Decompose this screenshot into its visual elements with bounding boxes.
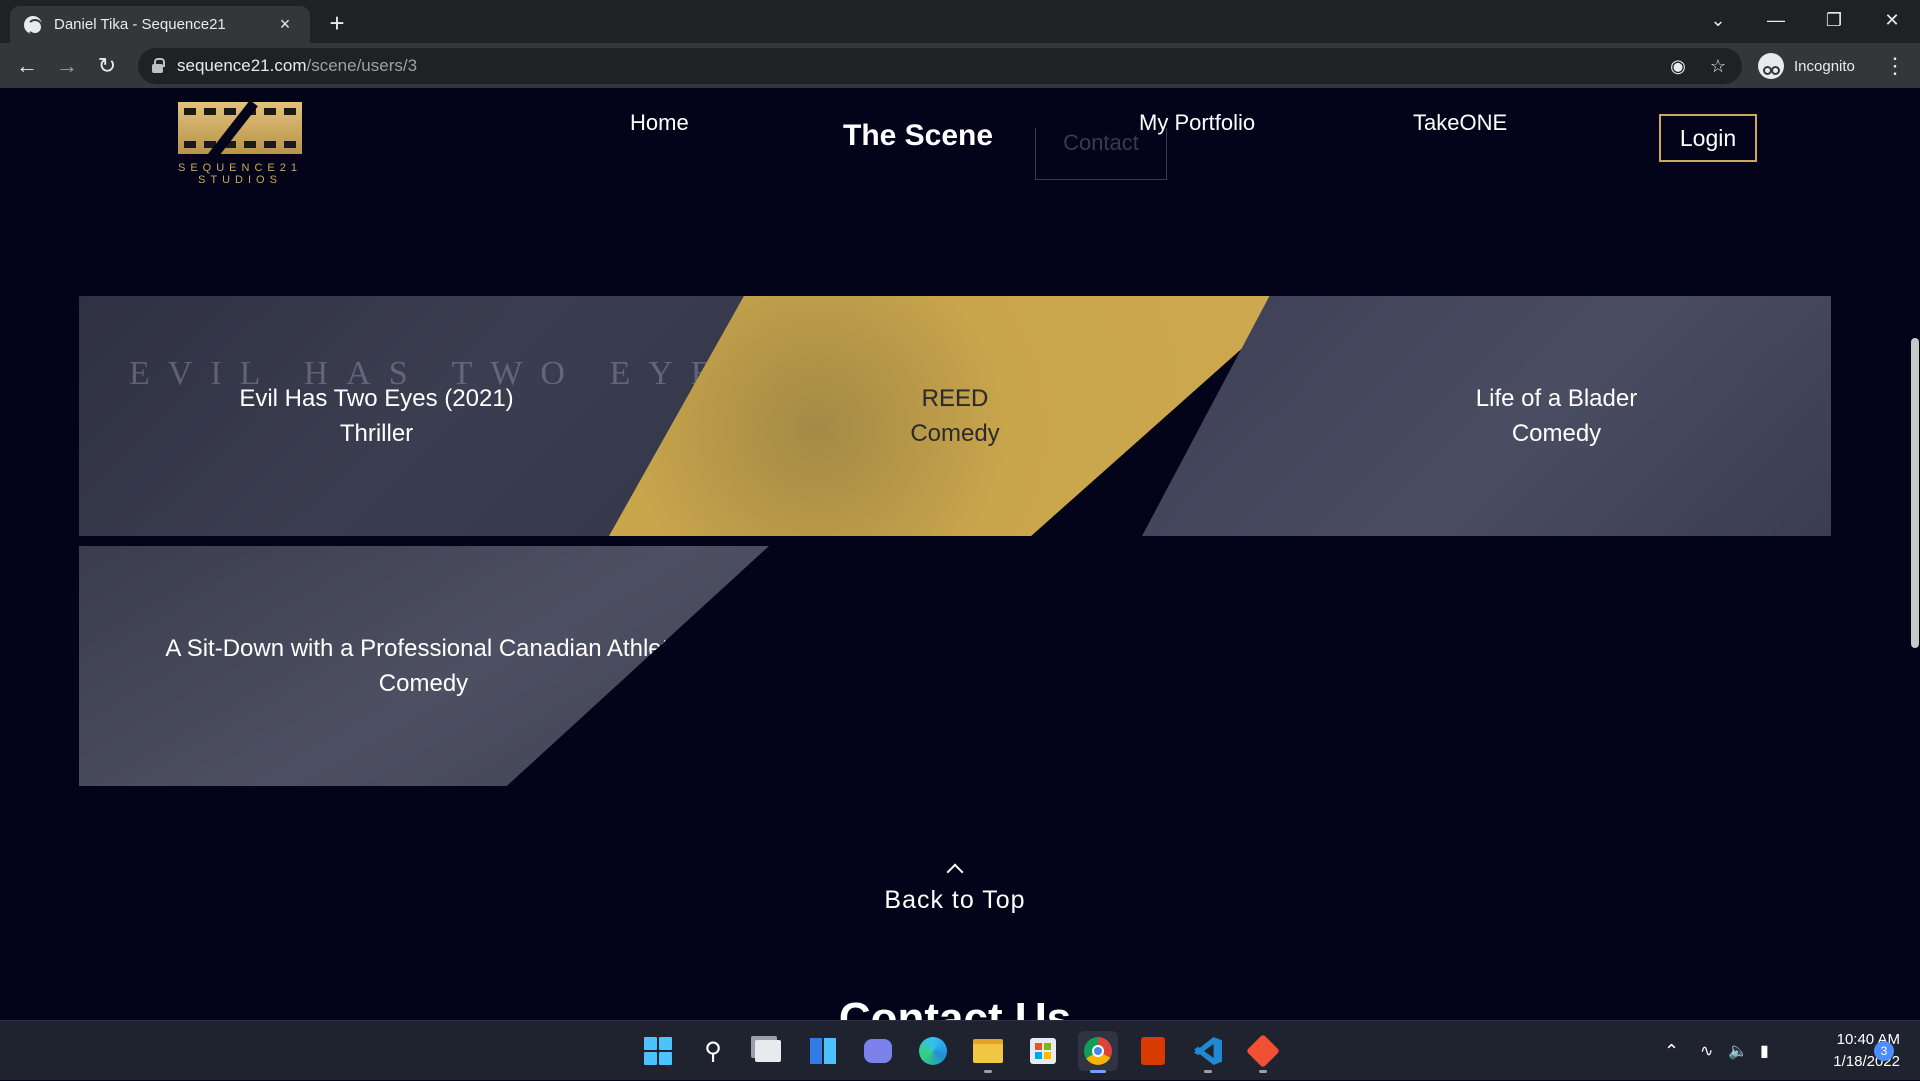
- git-icon[interactable]: [1243, 1031, 1283, 1073]
- back-to-top-link[interactable]: Back to Top: [860, 860, 1050, 915]
- film-card-title: REED: [921, 385, 989, 412]
- film-card-genre: Comedy: [1511, 420, 1602, 447]
- file-explorer-icon[interactable]: [968, 1031, 1008, 1073]
- widgets-icon[interactable]: [803, 1031, 843, 1071]
- chevron-up-icon: [946, 863, 964, 881]
- battery-icon[interactable]: ▮: [1760, 1021, 1769, 1081]
- film-card-title: Life of a Blader: [1475, 385, 1638, 412]
- nav-my-portfolio[interactable]: My Portfolio: [1139, 110, 1255, 136]
- new-tab-button[interactable]: +: [322, 8, 352, 38]
- film-card-title: Evil Has Two Eyes (2021): [239, 385, 514, 412]
- url-host: sequence21.com: [177, 56, 307, 75]
- eye-off-icon[interactable]: ◉: [1660, 48, 1696, 84]
- tab-search-icon[interactable]: ⌄: [1690, 0, 1746, 40]
- nav-home[interactable]: Home: [630, 110, 689, 136]
- task-view-icon[interactable]: [748, 1031, 788, 1071]
- back-to-top-label: Back to Top: [884, 886, 1026, 914]
- windows-start-icon[interactable]: [638, 1031, 678, 1071]
- store-icon[interactable]: [1023, 1031, 1063, 1071]
- kebab-menu-icon[interactable]: ⋮: [1880, 49, 1910, 83]
- incognito-icon: [1758, 53, 1784, 79]
- close-icon[interactable]: ✕: [1864, 0, 1920, 40]
- notification-badge[interactable]: 3: [1874, 1041, 1894, 1061]
- office-icon[interactable]: [1133, 1031, 1173, 1071]
- tab-title: Daniel Tika - Sequence21: [54, 16, 226, 33]
- wifi-icon[interactable]: ∿: [1700, 1021, 1713, 1081]
- star-icon[interactable]: ☆: [1700, 48, 1736, 84]
- film-card-genre: Comedy: [378, 670, 469, 697]
- nav-the-scene[interactable]: The Scene: [843, 119, 993, 153]
- film-card-genre: Thriller: [339, 420, 414, 447]
- volume-icon[interactable]: 🔈: [1728, 1021, 1748, 1081]
- reload-icon[interactable]: ↻: [90, 49, 124, 83]
- globe-icon: [24, 15, 43, 35]
- site-logo[interactable]: SEQUENCE21 STUDIOS: [140, 100, 340, 186]
- chrome-icon[interactable]: [1078, 1031, 1118, 1073]
- contact-heading: Contact Us: [838, 994, 1072, 1020]
- browser-toolbar: ← → ↻ sequence21.com/scene/users/3 ◉ ☆ I…: [0, 43, 1920, 88]
- tab-close-icon[interactable]: ×: [274, 14, 296, 36]
- vscode-icon[interactable]: [1188, 1031, 1228, 1073]
- incognito-profile-button[interactable]: Incognito: [1754, 49, 1865, 83]
- film-card-title: A Sit-Down with a Professional Canadian …: [165, 635, 682, 662]
- url-path: /scene/users/3: [306, 56, 418, 75]
- page-content: SEQUENCE21 STUDIOS Contact Home The Scen…: [0, 88, 1920, 1020]
- browser-tab[interactable]: Daniel Tika - Sequence21 ×: [10, 6, 310, 43]
- lock-icon[interactable]: [152, 57, 165, 73]
- page-scrollbar[interactable]: [1910, 88, 1920, 1020]
- address-bar[interactable]: sequence21.com/scene/users/3 ◉ ☆: [138, 48, 1742, 84]
- teams-chat-icon[interactable]: [858, 1031, 898, 1071]
- minimize-icon[interactable]: —: [1748, 0, 1804, 40]
- search-icon[interactable]: ⚲: [693, 1031, 733, 1071]
- film-card-genre: Comedy: [910, 420, 1000, 447]
- nav-takeone[interactable]: TakeONE: [1413, 110, 1507, 136]
- logo-text: SEQUENCE21 STUDIOS: [178, 162, 302, 186]
- windows-taskbar: ⚲ ⌃ ∿ 🔈 ▮ 10:40 AM 1/18/2022 3: [0, 1020, 1920, 1080]
- login-button[interactable]: Login: [1659, 114, 1757, 162]
- forward-arrow-icon[interactable]: →: [50, 49, 84, 83]
- incognito-label: Incognito: [1794, 57, 1855, 75]
- back-arrow-icon[interactable]: ←: [10, 49, 44, 83]
- edge-icon[interactable]: [913, 1031, 953, 1071]
- film-strip-logo-icon: [178, 100, 302, 160]
- show-hidden-icons-chevron-icon[interactable]: ⌃: [1664, 1021, 1679, 1081]
- restore-icon[interactable]: ❐: [1806, 0, 1862, 40]
- browser-tabbar: Daniel Tika - Sequence21 × + ⌄ — ❐ ✕: [0, 0, 1920, 43]
- scrollbar-thumb[interactable]: [1911, 338, 1919, 648]
- film-card[interactable]: A Sit-Down with a Professional Canadian …: [79, 546, 769, 786]
